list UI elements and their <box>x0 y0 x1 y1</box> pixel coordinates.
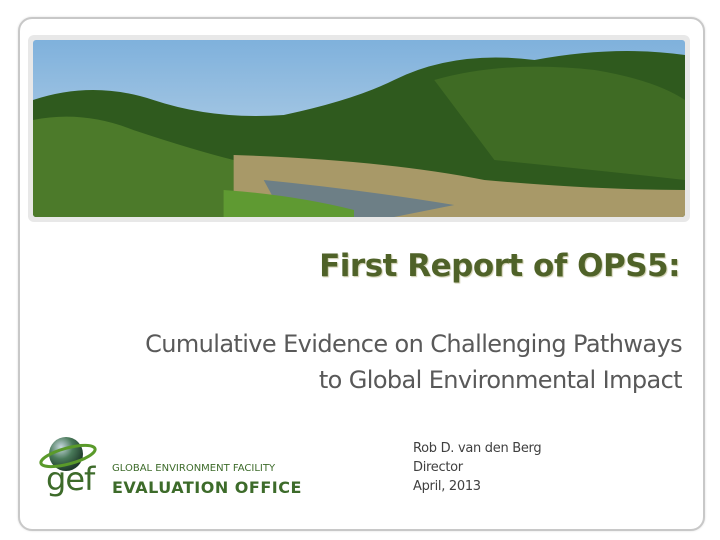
gef-evaluation-office-logo: gef GLOBAL ENVIRONMENT FACILITY EVALUATI… <box>36 432 301 502</box>
logo-line-1: GLOBAL ENVIRONMENT FACILITY <box>112 463 276 474</box>
subtitle-line-1: Cumulative Evidence on Challenging Pathw… <box>145 330 683 358</box>
header-photo-river-landscape <box>28 35 690 222</box>
slide-subtitle: Cumulative Evidence on Challenging Pathw… <box>145 326 683 398</box>
presentation-date: April, 2013 <box>413 479 481 494</box>
presenter-info: Rob D. van den Berg Director April, 2013 <box>413 439 542 496</box>
logo-line-2: EVALUATION OFFICE <box>112 478 302 497</box>
presenter-name: Rob D. van den Berg <box>413 441 542 456</box>
slide-title: First Report of OPS5: <box>319 248 680 284</box>
presenter-role: Director <box>413 460 463 475</box>
logo-mark: gef <box>46 460 95 498</box>
subtitle-line-2: to Global Environmental Impact <box>318 366 683 394</box>
